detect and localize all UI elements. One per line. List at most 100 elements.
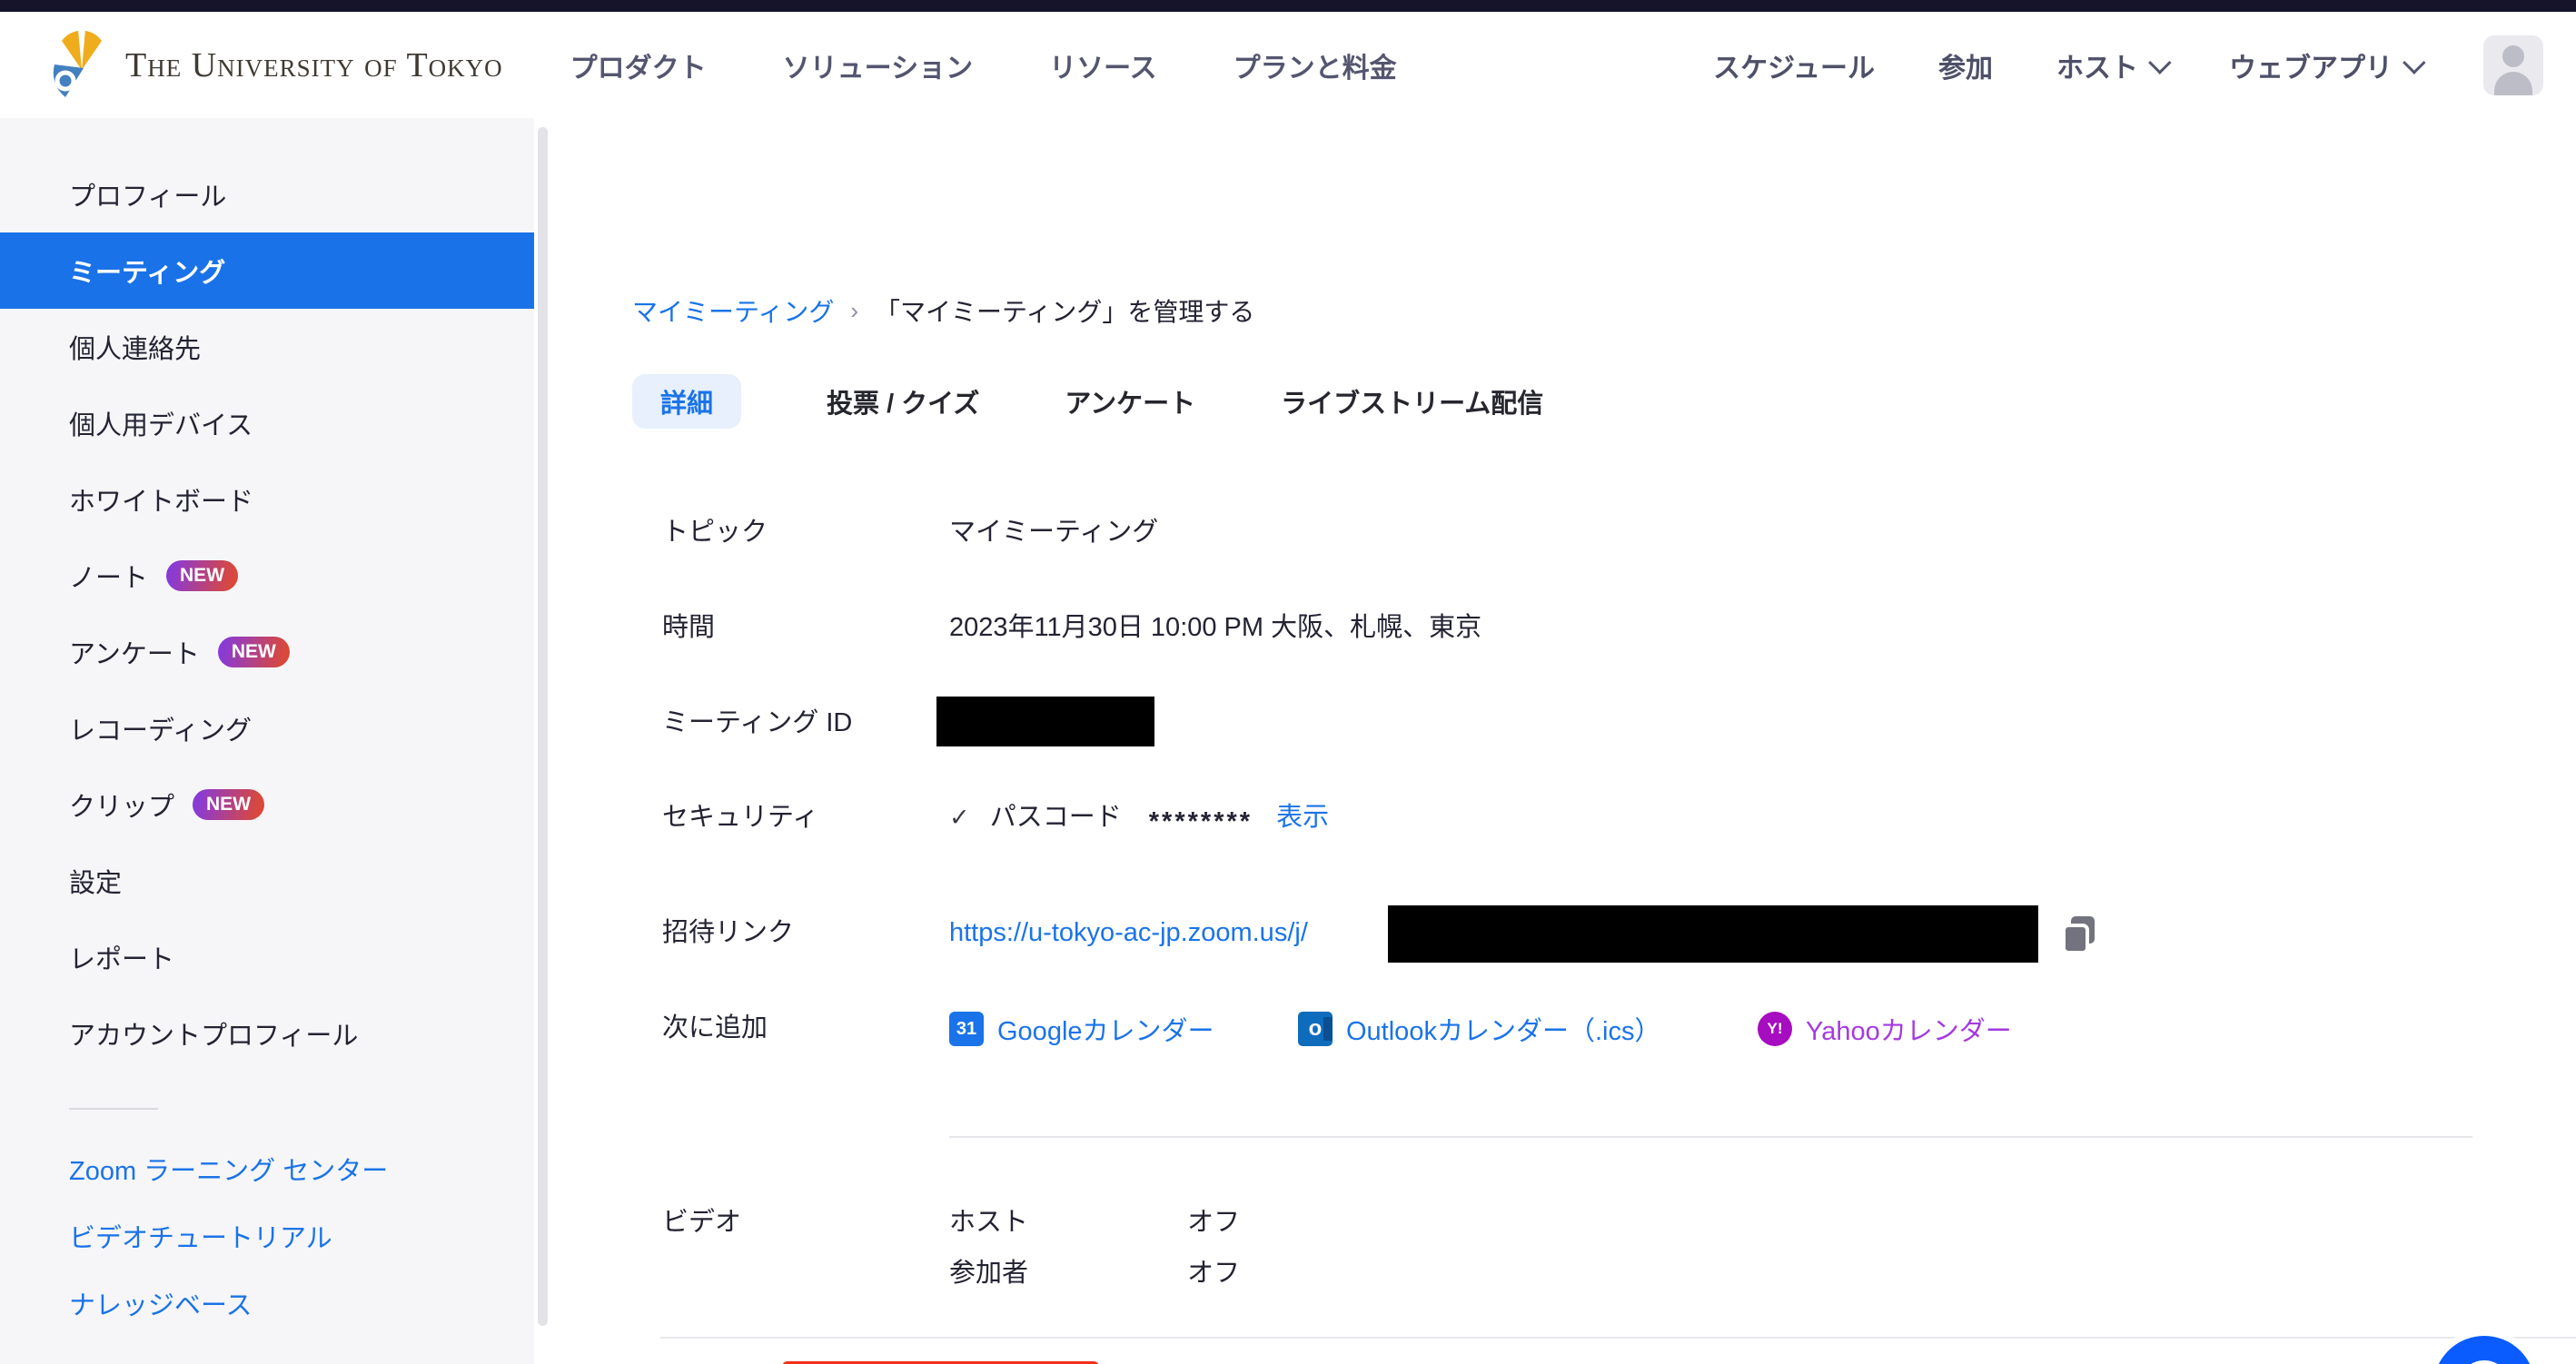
sidebar-item-meetings[interactable]: ミーティング — [0, 232, 534, 309]
page-body: プロフィール ミーティング 個人連絡先 個人用デバイス ホワイトボード ノートN… — [0, 118, 2576, 1364]
yahoo-calendar-label: Yahooカレンダー — [1806, 1010, 2012, 1048]
new-badge: NEW — [166, 560, 238, 590]
security-label: セキュリティ — [662, 799, 949, 835]
topic-label: トピック — [662, 514, 949, 550]
tab-polls-quizzes[interactable]: 投票 / クイズ — [827, 374, 979, 429]
yahoo-calendar-icon: Y! — [1758, 1012, 1792, 1046]
row-invite-link: 招待リンク https://u-tokyo-ac-jp.zoom.us/j/ — [662, 914, 1308, 951]
add-to-label: 次に追加 — [662, 1010, 949, 1046]
profile-avatar[interactable] — [2483, 35, 2543, 95]
outlook-calendar-icon: o — [1298, 1012, 1333, 1046]
sidebar-link-learning-center[interactable]: Zoom ラーニング センター — [0, 1135, 534, 1202]
row-add-to: 次に追加 — [662, 1010, 949, 1046]
yahoo-calendar-link[interactable]: Y! Yahooカレンダー — [1758, 1010, 2012, 1048]
logo-text: The University of Tokyo — [125, 45, 503, 85]
row-video: ビデオ ホスト オフ — [662, 1204, 1240, 1240]
chat-person-icon — [2458, 1360, 2511, 1364]
video-host-line: ホスト オフ — [949, 1204, 1240, 1240]
time-label: 時間 — [662, 609, 949, 646]
video-host-name: ホスト — [949, 1204, 1180, 1240]
passcode-label: パスコード — [990, 803, 1122, 832]
sidebar: プロフィール ミーティング 個人連絡先 個人用デバイス ホワイトボード ノートN… — [0, 118, 534, 1364]
zoom-web-portal: The University of Tokyo プロダクト ソリューション リソ… — [0, 0, 2576, 1364]
action-bar: 開始 招待状をコピー 編集 削除 テンプレートとして保存 — [552, 1337, 2576, 1364]
breadcrumb-my-meetings[interactable]: マイミーティング — [632, 292, 834, 329]
google-calendar-label: Googleカレンダー — [997, 1010, 1214, 1048]
time-value: 2023年11月30日 10:00 PM 大阪、札幌、東京 — [949, 609, 1481, 646]
invite-link-redaction — [1388, 905, 2038, 963]
nav-plans-pricing[interactable]: プランと料金 — [1234, 45, 1397, 85]
sidebar-divider — [69, 1108, 158, 1110]
tab-details[interactable]: 詳細 — [632, 374, 741, 429]
support-chat-button[interactable] — [2427, 1329, 2541, 1364]
university-of-tokyo-logo[interactable]: The University of Tokyo — [53, 25, 503, 105]
window-top-strip — [0, 0, 2576, 12]
sidebar-item-personal-contacts[interactable]: 個人連絡先 — [0, 309, 534, 385]
nav-webapp-menu[interactable]: ウェブアプリ — [2229, 45, 2420, 85]
google-calendar-icon: 31 — [949, 1012, 984, 1046]
chevron-down-icon — [2148, 51, 2171, 74]
video-participant-line: 参加者 オフ — [949, 1255, 1240, 1291]
action-bar-divider — [660, 1337, 2576, 1339]
sidebar-item-surveys[interactable]: アンケートNEW — [0, 614, 534, 690]
google-calendar-link[interactable]: 31 Googleカレンダー — [949, 1010, 1214, 1048]
passcode-show-link[interactable]: 表示 — [1276, 803, 1329, 832]
check-icon: ✓ — [949, 804, 970, 831]
sidebar-item-recordings[interactable]: レコーディング — [0, 690, 534, 766]
sidebar-menu: プロフィール ミーティング 個人連絡先 個人用デバイス ホワイトボード ノートN… — [0, 156, 534, 1072]
video-participant-value: オフ — [1187, 1259, 1240, 1288]
nav-schedule[interactable]: スケジュール — [1713, 45, 1875, 85]
meeting-id-redaction — [936, 697, 1154, 746]
sidebar-item-reports[interactable]: レポート — [0, 919, 534, 995]
ginkgo-leaf-icon — [53, 25, 111, 105]
video-host-value: オフ — [1187, 1208, 1240, 1237]
nav-join[interactable]: 参加 — [1938, 45, 1993, 85]
sidebar-item-clips[interactable]: クリップNEW — [0, 766, 534, 843]
scrollbar-thumb[interactable] — [538, 127, 548, 1326]
main-content: マイミーティング › 「マイミーティング」を管理する 詳細 投票 / クイズ ア… — [552, 118, 2576, 1364]
section-divider — [949, 1136, 2472, 1138]
security-value: ✓ パスコード ******** 表示 — [949, 799, 1329, 835]
sidebar-item-profile[interactable]: プロフィール — [0, 156, 534, 232]
invite-link-label: 招待リンク — [662, 914, 949, 951]
invite-link-url[interactable]: https://u-tokyo-ac-jp.zoom.us/j/ — [949, 914, 1308, 951]
tab-survey[interactable]: アンケート — [1065, 374, 1195, 429]
sidebar-item-account-profile[interactable]: アカウントプロフィール — [0, 995, 534, 1072]
row-security: セキュリティ ✓ パスコード ******** 表示 — [662, 799, 1329, 835]
row-topic: トピック マイミーティング — [662, 514, 1158, 550]
topic-value: マイミーティング — [949, 514, 1158, 550]
copy-link-icon[interactable] — [2060, 914, 2098, 959]
sidebar-item-personal-devices[interactable]: 個人用デバイス — [0, 385, 534, 461]
sidebar-external-links: Zoom ラーニング センター ビデオチュートリアル ナレッジベース — [0, 1135, 534, 1337]
sidebar-link-video-tutorials[interactable]: ビデオチュートリアル — [0, 1202, 534, 1270]
video-label: ビデオ — [662, 1204, 949, 1240]
new-badge: NEW — [193, 789, 264, 819]
row-video-participant: 参加者 オフ — [662, 1255, 1240, 1291]
video-participant-name: 参加者 — [949, 1255, 1180, 1291]
nav-resources[interactable]: リソース — [1049, 45, 1157, 85]
new-badge: NEW — [218, 637, 290, 667]
sidebar-item-whiteboard[interactable]: ホワイトボード — [0, 461, 534, 538]
breadcrumb: マイミーティング › 「マイミーティング」を管理する — [632, 292, 1254, 329]
sidebar-link-knowledge-base[interactable]: ナレッジベース — [0, 1270, 534, 1337]
tab-live-streaming[interactable]: ライブストリーム配信 — [1281, 374, 1543, 429]
sidebar-scrollbar — [534, 118, 552, 1364]
row-time: 時間 2023年11月30日 10:00 PM 大阪、札幌、東京 — [662, 609, 1481, 646]
breadcrumb-current: 「マイミーティング」を管理する — [875, 292, 1254, 329]
passcode-masked: ******** — [1149, 807, 1253, 836]
nav-host-menu[interactable]: ホスト — [2056, 45, 2165, 85]
site-header: The University of Tokyo プロダクト ソリューション リソ… — [0, 12, 2576, 118]
sidebar-item-settings[interactable]: 設定 — [0, 843, 534, 919]
chevron-down-icon — [2403, 51, 2425, 74]
meeting-id-label: ミーティング ID — [662, 705, 949, 741]
nav-solutions[interactable]: ソリューション — [783, 45, 973, 85]
meeting-tabs: 詳細 投票 / クイズ アンケート ライブストリーム配信 — [632, 374, 1543, 429]
breadcrumb-separator: › — [850, 297, 858, 325]
account-nav: スケジュール 参加 ホスト ウェブアプリ — [1713, 35, 2543, 95]
outlook-calendar-label: Outlookカレンダー（.ics） — [1346, 1010, 1660, 1048]
row-meeting-id: ミーティング ID — [662, 705, 949, 741]
sidebar-item-notes[interactable]: ノートNEW — [0, 538, 534, 614]
outlook-calendar-link[interactable]: o Outlookカレンダー（.ics） — [1298, 1010, 1660, 1048]
nav-products[interactable]: プロダクト — [570, 45, 707, 85]
main-nav: プロダクト ソリューション リソース プランと料金 — [570, 45, 1397, 85]
